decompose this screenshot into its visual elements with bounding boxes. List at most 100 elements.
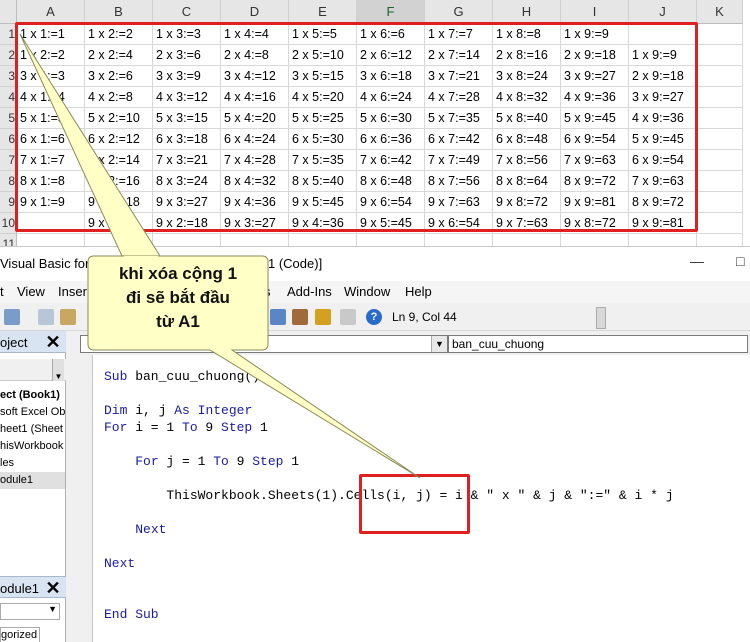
cell[interactable]: 8 x 6:=48 <box>357 171 425 192</box>
cell[interactable]: 3 x 2:=6 <box>85 66 153 87</box>
cell[interactable]: 3 x 5:=15 <box>289 66 357 87</box>
cell[interactable]: 6 x 9:=54 <box>561 129 629 150</box>
code-editor[interactable]: Sub ban_cuu_chuong() Dim i, j As Integer F… <box>92 355 750 642</box>
cell[interactable]: 8 x 9:=72 <box>629 192 697 213</box>
cell[interactable]: 1 x 2:=2 <box>17 45 85 66</box>
cell[interactable]: 3 x 8:=24 <box>493 66 561 87</box>
cell[interactable] <box>697 192 743 213</box>
cell[interactable]: 6 x 6:=36 <box>357 129 425 150</box>
column-header-a[interactable]: A <box>17 0 85 24</box>
column-header-c[interactable]: C <box>153 0 221 24</box>
cell[interactable]: 1 x 3:=3 <box>153 24 221 45</box>
toolbar-options-icon[interactable] <box>596 307 606 329</box>
cell[interactable]: 6 x 4:=24 <box>221 129 289 150</box>
close-icon[interactable]: ✕ <box>44 333 62 351</box>
cell[interactable]: 4 x 7:=28 <box>425 87 493 108</box>
tree-item-project[interactable]: ect (Book1) <box>0 387 65 404</box>
cell[interactable]: 8 x 1:=8 <box>17 171 85 192</box>
cell[interactable]: 4 x 2:=8 <box>85 87 153 108</box>
cell[interactable]: 5 x 6:=30 <box>357 108 425 129</box>
scrollbar-arrow-icon[interactable]: ▼ <box>52 359 64 381</box>
cell[interactable]: 8 x 4:=32 <box>221 171 289 192</box>
cell[interactable]: 5 x 2:=10 <box>85 108 153 129</box>
cell[interactable]: 2 x 4:=8 <box>221 45 289 66</box>
row-header[interactable]: 9 <box>0 192 17 213</box>
cell[interactable]: 2 x 8:=16 <box>493 45 561 66</box>
cell[interactable] <box>697 213 743 234</box>
cell[interactable]: 8 x 8:=64 <box>493 171 561 192</box>
menu-insert[interactable]: Inser <box>58 284 87 299</box>
cell[interactable]: 9 x 6:=54 <box>357 192 425 213</box>
cell[interactable]: 9 x 9:=81 <box>629 213 697 234</box>
cell[interactable]: 3 x 6:=18 <box>357 66 425 87</box>
cell[interactable]: 7 x 6:=42 <box>357 150 425 171</box>
cell[interactable]: 7 x 8:=56 <box>493 150 561 171</box>
properties-icon[interactable] <box>315 309 331 325</box>
properties-object-combo[interactable]: ▼ <box>0 603 60 620</box>
cell[interactable]: 5 x 4:=20 <box>221 108 289 129</box>
help-icon[interactable]: ? <box>366 309 382 325</box>
column-header-h[interactable]: H <box>493 0 561 24</box>
cell[interactable]: 7 x 9:=63 <box>629 171 697 192</box>
cell[interactable] <box>697 108 743 129</box>
cell[interactable]: 8 x 7:=56 <box>425 171 493 192</box>
cell[interactable]: 6 x 1:=6 <box>17 129 85 150</box>
cell[interactable]: 9 x 7:=63 <box>425 192 493 213</box>
cell[interactable]: 6 x 2:=12 <box>85 129 153 150</box>
cell[interactable]: 1 x 4:=4 <box>221 24 289 45</box>
project-explorer-icon[interactable] <box>292 309 308 325</box>
row-header[interactable]: 2 <box>0 45 17 66</box>
cell[interactable]: 5 x 5:=25 <box>289 108 357 129</box>
cell[interactable]: 2 x 2:=4 <box>85 45 153 66</box>
tree-item-thisworkbook[interactable]: hisWorkbook <box>0 438 65 455</box>
tab-categorized[interactable]: gorized <box>0 627 40 642</box>
cell[interactable]: 9 x 4:=36 <box>221 192 289 213</box>
cell[interactable]: 2 x 9:=18 <box>629 66 697 87</box>
cell[interactable] <box>629 24 697 45</box>
cell[interactable]: 2 x 3:=6 <box>153 45 221 66</box>
cell[interactable] <box>697 87 743 108</box>
object-browser-icon[interactable] <box>340 309 356 325</box>
menu-tools[interactable]: s <box>264 284 271 299</box>
cell[interactable]: 6 x 3:=18 <box>153 129 221 150</box>
cell[interactable]: 1 x 9:=9 <box>629 45 697 66</box>
cell[interactable]: 8 x 3:=24 <box>153 171 221 192</box>
cell[interactable]: 4 x 6:=24 <box>357 87 425 108</box>
cell[interactable]: 4 x 5:=20 <box>289 87 357 108</box>
cell[interactable]: 3 x 9:=27 <box>629 87 697 108</box>
cell[interactable]: 4 x 1:=4 <box>17 87 85 108</box>
column-header-d[interactable]: D <box>221 0 289 24</box>
column-header-e[interactable]: E <box>289 0 357 24</box>
cell[interactable] <box>17 213 85 234</box>
cell[interactable]: 3 x 4:=12 <box>221 66 289 87</box>
cell[interactable]: 5 x 7:=35 <box>425 108 493 129</box>
cell[interactable]: 1 x 1:=1 <box>17 24 85 45</box>
cell[interactable]: 7 x 4:=28 <box>221 150 289 171</box>
tree-item-excel-objects[interactable]: soft Excel Ob <box>0 404 65 421</box>
cell[interactable]: 5 x 3:=15 <box>153 108 221 129</box>
menu-add-ins[interactable]: Add-Ins <box>287 284 332 299</box>
cell[interactable]: 6 x 5:=30 <box>289 129 357 150</box>
cell[interactable]: 4 x 3:=12 <box>153 87 221 108</box>
menu-window[interactable]: Window <box>344 284 390 299</box>
row-header[interactable]: 4 <box>0 87 17 108</box>
cell[interactable]: 4 x 9:=36 <box>629 108 697 129</box>
cell[interactable]: 4 x 8:=32 <box>493 87 561 108</box>
object-combo[interactable]: ▼ <box>80 335 448 353</box>
cell[interactable]: 7 x 1:=7 <box>17 150 85 171</box>
cell[interactable] <box>697 24 743 45</box>
tree-item-modules[interactable]: les <box>0 455 65 472</box>
column-header-k[interactable]: K <box>697 0 743 24</box>
procedure-combo[interactable]: ban_cuu_chuong <box>448 335 748 353</box>
cell[interactable]: 2 x 5:=10 <box>289 45 357 66</box>
cell[interactable]: 2 x 6:=12 <box>357 45 425 66</box>
cell[interactable]: 6 x 9:=54 <box>629 150 697 171</box>
cell[interactable]: 1 x 7:=7 <box>425 24 493 45</box>
cell[interactable]: 2 x 7:=14 <box>425 45 493 66</box>
column-header-j[interactable]: J <box>629 0 697 24</box>
copy-icon[interactable] <box>38 309 54 325</box>
close-icon[interactable]: ✕ <box>44 579 62 597</box>
cell[interactable]: 9 x 5:=45 <box>357 213 425 234</box>
cell[interactable]: 5 x 1:=5 <box>17 108 85 129</box>
cell[interactable]: 1 x 5:=5 <box>289 24 357 45</box>
